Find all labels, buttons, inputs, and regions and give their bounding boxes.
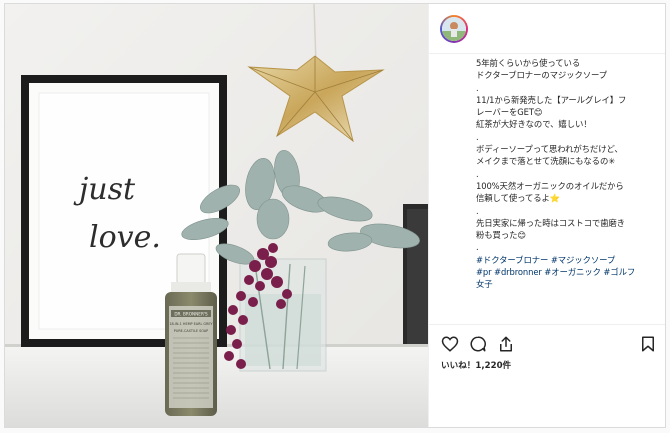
avatar-image bbox=[442, 17, 466, 41]
post-sidebar: 5年前くらいから使っている ドクターブロナーのマジックソープ. 11/1から新発売し… bbox=[428, 4, 665, 427]
share-icon[interactable] bbox=[497, 335, 515, 353]
caption-line: 信頼して使ってるよ⭐ bbox=[476, 193, 561, 204]
print-text-1: just bbox=[73, 172, 136, 207]
post-header bbox=[429, 4, 665, 54]
bottle-line2: PURE-CASTILE SOAP bbox=[174, 329, 208, 333]
caption-line: レーバーをGET😊 bbox=[476, 107, 543, 118]
caption-line: メイクまで落とせて洗顔にもなるの✳︎ bbox=[476, 156, 616, 167]
bookmark-icon[interactable] bbox=[639, 335, 657, 353]
caption-line: . bbox=[476, 242, 479, 253]
hashtag-line[interactable]: 女子 bbox=[476, 278, 661, 290]
print-text-2: love. bbox=[89, 220, 161, 255]
caption-line: ボディーソープって思われがちだけど、 bbox=[476, 144, 623, 155]
avatar[interactable] bbox=[440, 15, 468, 43]
caption-line: 11/1から新発売した【アールグレイ】フ bbox=[476, 94, 627, 105]
caption-line: . bbox=[476, 168, 479, 179]
post-actions: いいね！1,220件 bbox=[429, 324, 665, 427]
post-caption: 5年前くらいから使っている ドクターブロナーのマジックソープ. 11/1から新発売し… bbox=[476, 57, 661, 291]
caption-line: . bbox=[476, 205, 479, 216]
glass-vase bbox=[239, 258, 327, 372]
caption-line: ドクターブロナーのマジックソープ bbox=[476, 70, 608, 81]
hashtag-line[interactable]: #pr #drbronner #オーガニック #ゴルフ bbox=[476, 266, 661, 278]
caption-line: 粉も買った😊 bbox=[476, 230, 527, 241]
comment-icon[interactable] bbox=[469, 335, 487, 353]
photo-scene: just love. DR. BRONNER'S 18-IN-1 HEMP EA… bbox=[5, 4, 428, 427]
caption-line: 先日実家に帰った時はコストコで歯磨き bbox=[476, 217, 625, 228]
caption-line: 100%天然オーガニックのオイルだから bbox=[476, 180, 624, 191]
bottle-brand: DR. BRONNER'S bbox=[174, 312, 208, 317]
bottle-line1: 18-IN-1 HEMP EARL GREY bbox=[169, 322, 213, 326]
post-container: just love. DR. BRONNER'S 18-IN-1 HEMP EA… bbox=[4, 3, 666, 428]
heart-icon[interactable] bbox=[441, 335, 459, 353]
caption-line: . bbox=[476, 82, 479, 93]
caption-line: 紅茶が大好きなので、嬉しい！ bbox=[476, 119, 592, 130]
post-photo[interactable]: just love. DR. BRONNER'S 18-IN-1 HEMP EA… bbox=[5, 4, 428, 427]
likes-count[interactable]: いいね！1,220件 bbox=[441, 359, 511, 371]
caption-line: . bbox=[476, 131, 479, 142]
avatar-photo-icon bbox=[442, 17, 466, 41]
hashtag-line[interactable]: #ドクターブロナー #マジックソープ bbox=[476, 254, 661, 266]
caption-line: 5年前くらいから使っている bbox=[476, 58, 581, 68]
